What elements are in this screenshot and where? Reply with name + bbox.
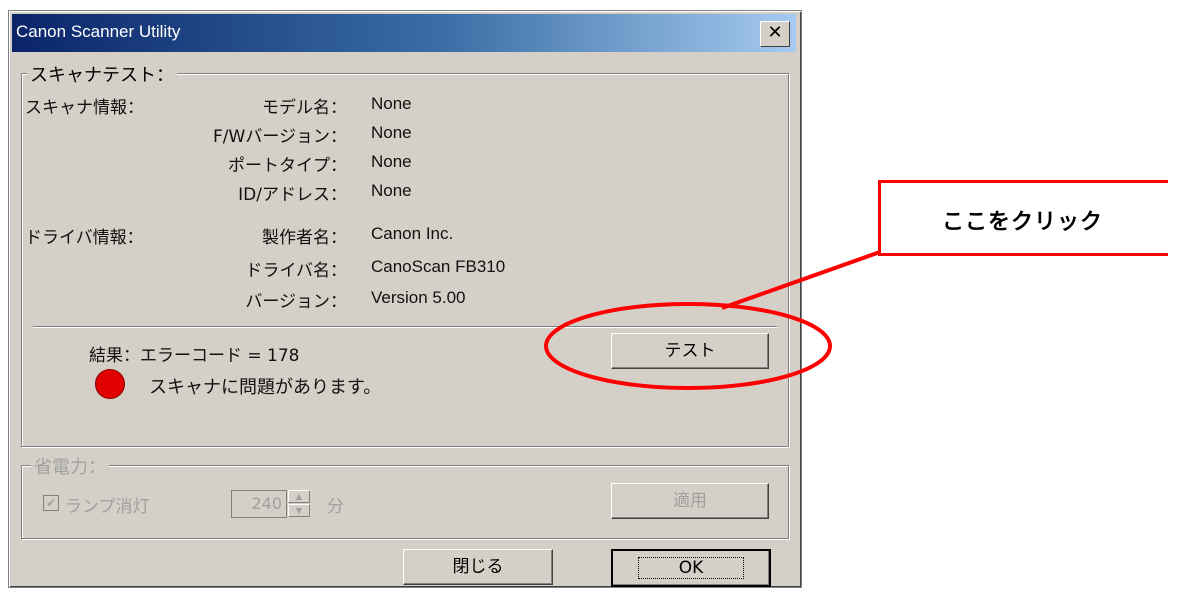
driver-info-label: ドライバ情報： xyxy=(25,228,144,248)
power-saving-legend: 省電力： xyxy=(31,453,109,479)
lamp-off-checkbox[interactable]: ✔ xyxy=(43,495,59,511)
result-text: 結果：エラーコード = 178 xyxy=(89,346,300,366)
test-button[interactable]: テスト xyxy=(611,333,769,369)
close-icon: ✕ xyxy=(767,22,783,43)
status-message: スキャナに問題があります。 xyxy=(149,377,382,398)
id-address-value: None xyxy=(371,181,412,200)
port-type-label: ポートタイプ： xyxy=(228,156,347,176)
close-button-label: 閉じる xyxy=(452,557,504,577)
firmware-version-value: None xyxy=(371,123,412,142)
manufacturer-label: 製作者名： xyxy=(262,228,347,248)
id-address-label: ID/アドレス： xyxy=(238,185,347,205)
ok-button[interactable]: OK xyxy=(611,549,771,587)
title-bar[interactable]: Canon Scanner Utility ✕ xyxy=(12,14,796,52)
window-title: Canon Scanner Utility xyxy=(16,22,181,41)
firmware-version-label: F/Wバージョン： xyxy=(213,127,347,147)
close-window-button[interactable]: ✕ xyxy=(760,21,790,47)
spin-up-icon[interactable]: ▲ xyxy=(288,490,310,503)
driver-name-label: ドライバ名： xyxy=(245,261,347,281)
scanner-info-label: スキャナ情報： xyxy=(25,98,144,118)
callout-text: ここをクリック xyxy=(942,210,1104,235)
port-type-value: None xyxy=(371,152,412,171)
error-status-indicator xyxy=(95,369,125,399)
ok-button-label: OK xyxy=(637,557,745,579)
driver-version-value: Version 5.00 xyxy=(371,288,466,307)
test-button-label: テスト xyxy=(664,341,716,361)
lamp-off-label: ランプ消灯 xyxy=(65,497,150,517)
spin-down-icon[interactable]: ▼ xyxy=(288,504,310,517)
driver-version-label: バージョン： xyxy=(245,292,347,312)
driver-name-value: CanoScan FB310 xyxy=(371,257,506,276)
apply-button-label: 適用 xyxy=(673,491,707,511)
scanner-utility-dialog: Canon Scanner Utility ✕ スキャナテスト： スキャナ情報：… xyxy=(8,10,802,588)
lamp-minutes-spinner[interactable]: ▲ ▼ xyxy=(288,490,310,518)
checkmark-icon: ✔ xyxy=(45,496,57,510)
close-button[interactable]: 閉じる xyxy=(403,549,553,585)
minutes-unit: 分 xyxy=(327,497,344,517)
model-name-value: None xyxy=(371,94,412,113)
lamp-minutes-input[interactable]: 240 xyxy=(231,490,287,518)
scanner-test-legend: スキャナテスト： xyxy=(27,61,177,87)
model-name-label: モデル名： xyxy=(262,98,347,118)
apply-button[interactable]: 適用 xyxy=(611,483,769,519)
result-divider xyxy=(33,326,777,328)
manufacturer-value: Canon Inc. xyxy=(371,224,454,243)
